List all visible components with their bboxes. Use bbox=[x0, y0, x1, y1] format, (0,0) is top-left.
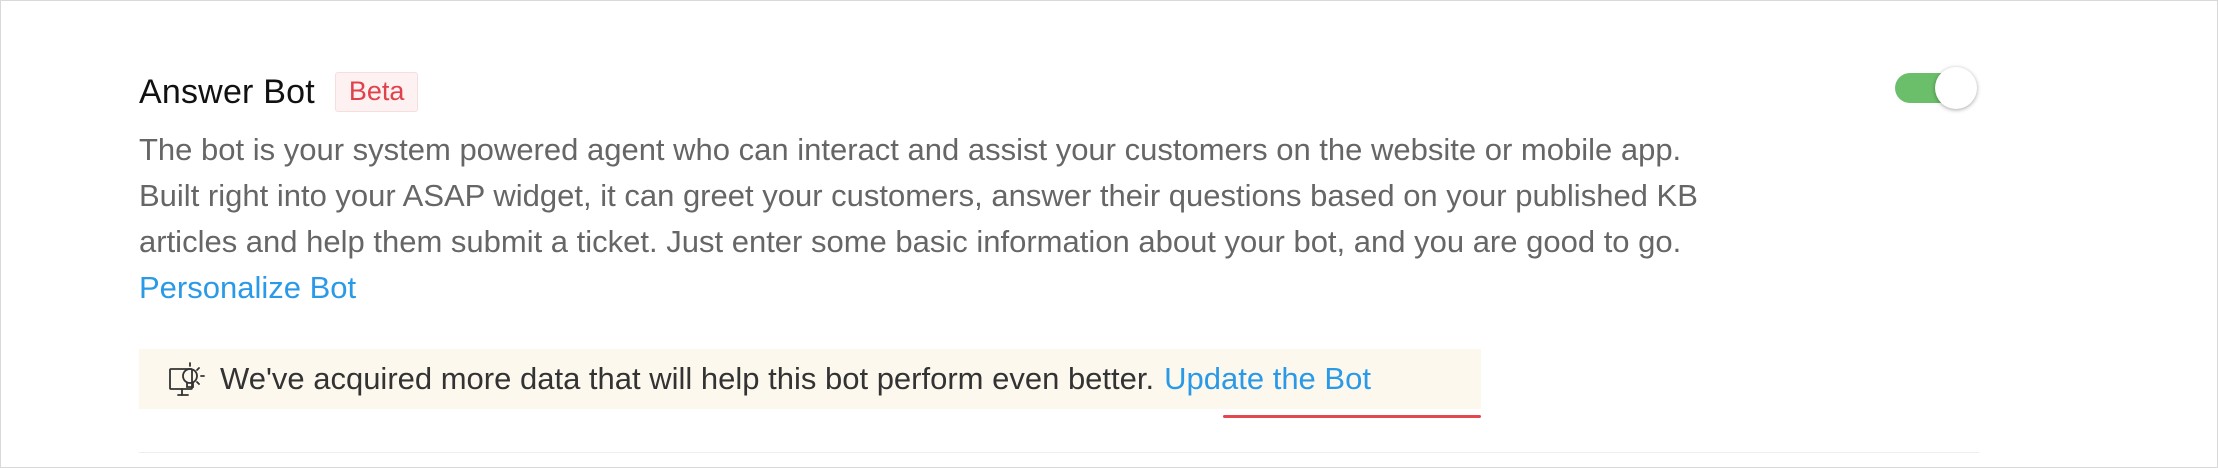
answer-bot-toggle[interactable] bbox=[1895, 67, 1977, 109]
section-title: Answer Bot bbox=[139, 72, 315, 111]
beta-badge: Beta bbox=[334, 72, 419, 112]
link-highlight-underline bbox=[1223, 415, 1481, 418]
lightbulb-icon bbox=[169, 362, 205, 396]
toggle-knob bbox=[1935, 67, 1977, 109]
section-description: The bot is your system powered agent who… bbox=[139, 127, 1699, 311]
section-divider bbox=[139, 452, 1979, 453]
settings-panel: Answer Bot Beta The bot is your system p… bbox=[0, 0, 2218, 468]
update-notice-bar: We've acquired more data that will help … bbox=[139, 349, 1481, 409]
description-text: The bot is your system powered agent who… bbox=[139, 132, 1698, 259]
update-notice-text: We've acquired more data that will help … bbox=[220, 361, 1155, 396]
answer-bot-section: Answer Bot Beta The bot is your system p… bbox=[139, 67, 1699, 311]
section-header: Answer Bot Beta bbox=[139, 67, 1699, 117]
update-bot-link[interactable]: Update the Bot bbox=[1164, 361, 1371, 397]
personalize-bot-link[interactable]: Personalize Bot bbox=[139, 270, 356, 305]
